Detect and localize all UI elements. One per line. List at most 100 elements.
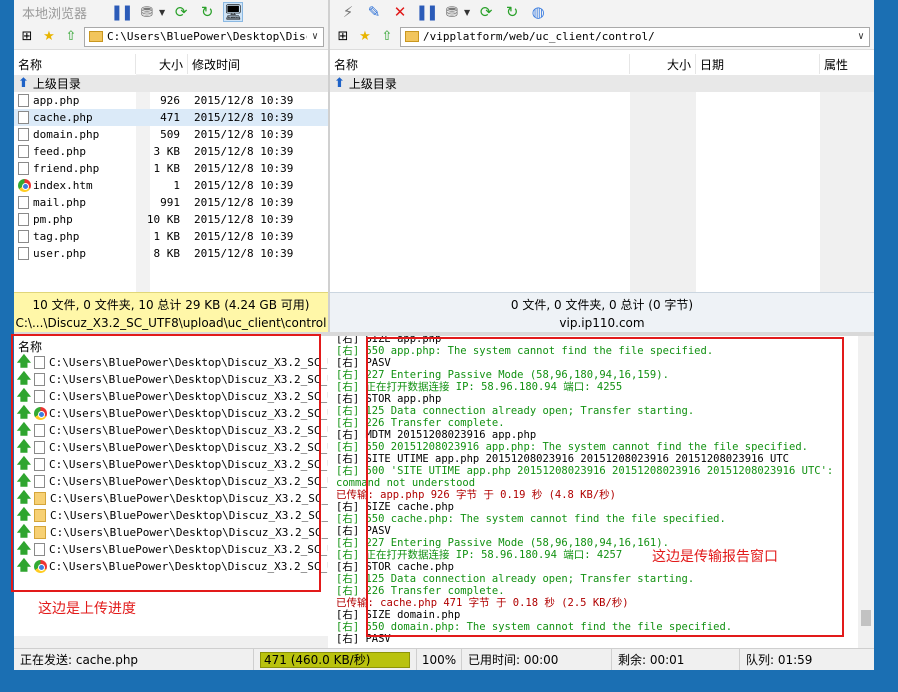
filter-icon[interactable]: ⛃: [137, 2, 157, 22]
file-date: 2015/12/8 10:39: [194, 162, 294, 175]
file-icon: [18, 145, 29, 158]
file-size: 1 KB: [153, 162, 181, 175]
remote-list-header: 名称 大小 日期 属性: [330, 54, 874, 74]
file-name: index.htm: [33, 179, 93, 192]
parent-dir-icon: ⬆: [334, 76, 345, 91]
folder-icon: [405, 31, 419, 42]
sending-status: 正在发送: cache.php: [14, 648, 254, 671]
remote-status-panel: 0 文件, 0 文件夹, 0 总计 (0 字节) vip.ip110.com: [330, 292, 874, 332]
progress-percent: 100%: [416, 648, 462, 671]
tree-icon[interactable]: ⊞: [334, 28, 352, 46]
local-file-row[interactable]: cache.php 471 2015/12/8 10:39: [14, 109, 328, 126]
remote-path-input[interactable]: /vipplatform/web/uc_client/control/ ∨: [400, 26, 870, 47]
column-attributes[interactable]: 属性: [820, 54, 874, 74]
pause-icon[interactable]: ❚❚: [110, 2, 133, 22]
file-size: 3 KB: [153, 145, 181, 158]
file-date: 2015/12/8 10:39: [194, 111, 294, 124]
file-icon: [18, 162, 29, 175]
filter-icon[interactable]: ⛃: [442, 2, 462, 22]
file-name: domain.php: [33, 128, 100, 141]
file-date: 2015/12/8 10:39: [194, 230, 294, 243]
queue-time: 队列: 01:59: [746, 653, 813, 667]
local-file-row[interactable]: index.htm 1 2015/12/8 10:39: [14, 177, 328, 194]
local-path-bar: ⊞ ★ ⇧ C:\Users\BluePower\Desktop\Discu ∨: [14, 24, 328, 50]
local-parent-dir-row[interactable]: ⬆ 上级目录: [14, 75, 328, 92]
file-date: 2015/12/8 10:39: [194, 128, 294, 141]
parent-dir-label: 上级目录: [32, 77, 81, 91]
globe-icon[interactable]: ◍: [528, 2, 548, 22]
remote-parent-dir-row[interactable]: ⬆ 上级目录: [330, 75, 874, 92]
local-file-row[interactable]: user.php 8 KB 2015/12/8 10:39: [14, 245, 328, 262]
remote-status-host: vip.ip110.com: [559, 316, 645, 330]
file-date: 2015/12/8 10:39: [194, 247, 294, 260]
local-file-row[interactable]: mail.php 991 2015/12/8 10:39: [14, 194, 328, 211]
favorite-star-icon[interactable]: ★: [356, 28, 374, 46]
computer-icon[interactable]: 🖥: [223, 2, 244, 22]
sync-icon[interactable]: ⟳: [476, 2, 496, 22]
column-size[interactable]: 大小: [630, 54, 696, 74]
file-icon: [18, 128, 29, 141]
local-path-input[interactable]: C:\Users\BluePower\Desktop\Discu ∨: [84, 26, 324, 47]
file-size: 8 KB: [153, 247, 181, 260]
attributes-column-shade: [820, 92, 874, 292]
column-size[interactable]: 大小: [136, 54, 188, 74]
file-size: 471: [160, 111, 180, 124]
favorite-star-icon[interactable]: ★: [40, 28, 58, 46]
filter-dropdown-icon[interactable]: ▼: [159, 8, 165, 17]
column-name[interactable]: 名称: [330, 54, 630, 74]
tree-icon[interactable]: ⊞: [18, 28, 36, 46]
connect-icon[interactable]: ⚡: [338, 2, 358, 22]
column-name[interactable]: 名称: [14, 54, 136, 74]
upload-progress-annotation: 这边是上传进度: [38, 601, 136, 617]
annotation-red-box-queue: [11, 334, 321, 592]
file-date: 2015/12/8 10:39: [194, 196, 294, 209]
pause-icon[interactable]: ❚❚: [415, 2, 438, 22]
local-file-row[interactable]: pm.php 10 KB 2015/12/8 10:39: [14, 211, 328, 228]
local-browser-pane: 本地浏览器 ❚❚ ⛃ ▼ ⟳ ↻ 🖥 ⊞ ★ ⇧ C:\Users\BluePow…: [14, 0, 328, 332]
edit-icon[interactable]: ✎: [364, 2, 384, 22]
local-file-row[interactable]: feed.php 3 KB 2015/12/8 10:39: [14, 143, 328, 160]
up-folder-icon[interactable]: ⇧: [62, 28, 80, 46]
file-size: 1 KB: [153, 230, 181, 243]
column-modified[interactable]: 修改时间: [188, 54, 328, 74]
filter-dropdown-icon[interactable]: ▼: [464, 8, 470, 17]
parent-dir-label: 上级目录: [348, 77, 397, 91]
file-icon: [18, 230, 29, 243]
file-size: 926: [160, 94, 180, 107]
scrollbar-thumb[interactable]: [861, 610, 871, 626]
file-icon: [18, 196, 29, 209]
local-file-row[interactable]: tag.php 1 KB 2015/12/8 10:39: [14, 228, 328, 245]
folder-icon: [89, 31, 103, 42]
size-column-shade: [630, 92, 696, 292]
remaining-time: 剩余: 00:01: [612, 648, 740, 671]
refresh-icon[interactable]: ↻: [197, 2, 217, 22]
refresh-icon[interactable]: ↻: [502, 2, 522, 22]
bottom-status-bar: 正在发送: cache.php 471 (460.0 KB/秒) 100% 已用…: [14, 648, 874, 671]
remote-toolbar: ⚡ ✎ ✕ ❚❚ ⛃ ▼ ⟳ ↻ ◍: [330, 0, 874, 24]
file-name: tag.php: [33, 230, 80, 243]
disconnect-icon[interactable]: ✕: [390, 2, 410, 22]
local-file-row[interactable]: domain.php 509 2015/12/8 10:39: [14, 126, 328, 143]
file-name: cache.php: [33, 111, 93, 124]
chevron-down-icon[interactable]: ∨: [853, 31, 869, 42]
local-file-row[interactable]: app.php 926 2015/12/8 10:39: [14, 92, 328, 109]
elapsed-time: 已用时间: 00:00: [462, 648, 612, 671]
file-date: 2015/12/8 10:39: [194, 145, 294, 158]
file-name: app.php: [33, 94, 80, 107]
remote-status-summary: 0 文件, 0 文件夹, 0 总计 (0 字节): [510, 298, 694, 312]
file-size: 10 KB: [146, 213, 180, 226]
queue-horizontal-scrollbar[interactable]: [14, 636, 328, 648]
remote-path-bar: ⊞ ★ ⇧ /vipplatform/web/uc_client/control…: [330, 24, 874, 50]
log-vertical-scrollbar[interactable]: [858, 336, 874, 648]
local-toolbar: 本地浏览器 ❚❚ ⛃ ▼ ⟳ ↻ 🖥: [14, 0, 328, 24]
local-file-row[interactable]: friend.php 1 KB 2015/12/8 10:39: [14, 160, 328, 177]
chevron-down-icon[interactable]: ∨: [307, 31, 323, 42]
file-icon: [18, 247, 29, 260]
file-date: 2015/12/8 10:39: [194, 94, 294, 107]
up-folder-icon[interactable]: ⇧: [378, 28, 396, 46]
desktop-wallpaper-bottom: [0, 670, 898, 692]
remote-browser-pane: ⚡ ✎ ✕ ❚❚ ⛃ ▼ ⟳ ↻ ◍ ⊞ ★ ⇧ /vipplatform/web…: [330, 0, 874, 332]
sync-icon[interactable]: ⟳: [171, 2, 191, 22]
chrome-icon: [18, 179, 31, 192]
column-date[interactable]: 日期: [696, 54, 820, 74]
